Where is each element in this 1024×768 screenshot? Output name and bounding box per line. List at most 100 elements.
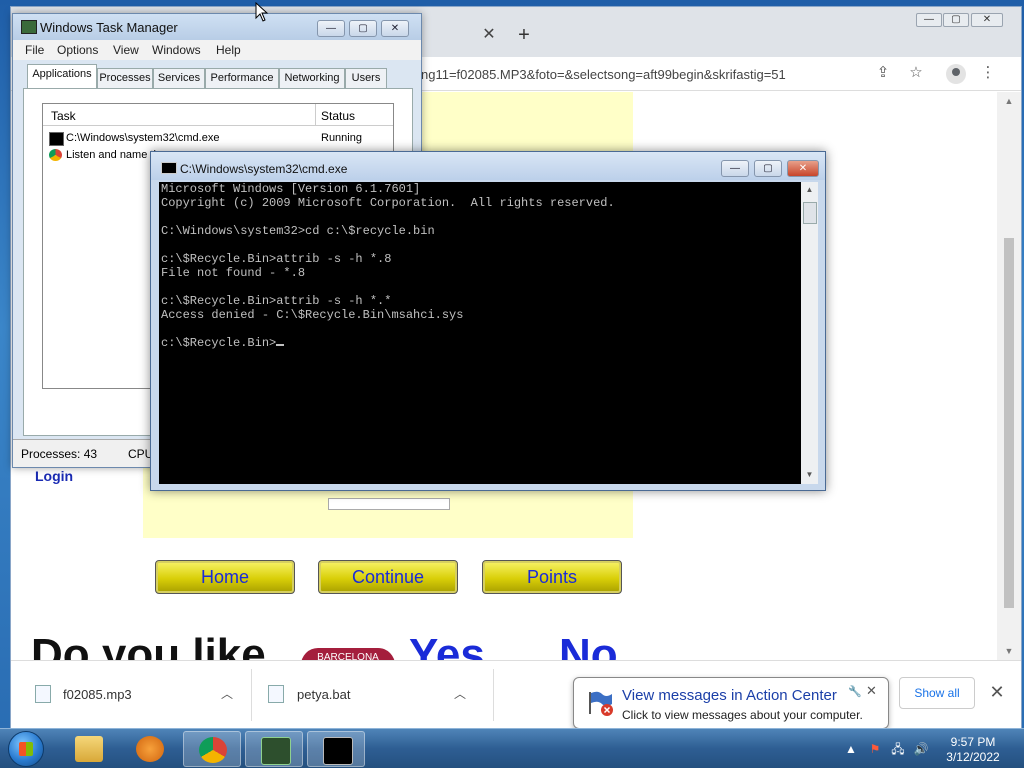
task-status: Running <box>321 132 362 144</box>
console-line <box>159 210 801 224</box>
scroll-down-icon[interactable]: ▼ <box>1003 646 1015 656</box>
tab-strip: Applications Processes Services Performa… <box>23 64 413 90</box>
console-line: Microsoft Windows [Version 6.1.7601] <box>161 182 421 196</box>
console-line <box>159 322 801 336</box>
task-manager-taskbar-button[interactable] <box>245 731 303 767</box>
column-task[interactable]: Task <box>51 109 76 123</box>
window-title: Windows Task Manager <box>40 20 178 35</box>
audio-file-icon <box>35 685 51 703</box>
maximize-button[interactable]: ▢ <box>349 20 377 37</box>
clock-time: 9:57 PM <box>950 735 996 749</box>
tab-performance[interactable]: Performance <box>205 68 279 90</box>
text-cursor <box>276 344 285 346</box>
clock-date: 3/12/2022 <box>946 750 1000 764</box>
page-scrollbar[interactable]: ▲ ▼ <box>997 92 1021 660</box>
action-center-notification[interactable]: View messages in Action Center Click to … <box>573 677 889 729</box>
clock[interactable]: 9:57 PM 3/12/2022 <box>930 735 1016 765</box>
taskbar: ▲ ⚑ 🖧 🔊 9:57 PM 3/12/2022 <box>0 728 1024 768</box>
close-button[interactable]: ✕ <box>787 160 819 177</box>
minimize-button[interactable]: — <box>317 20 345 37</box>
no-link[interactable]: No <box>559 630 618 660</box>
window-title: C:\Windows\system32\cmd.exe <box>180 162 348 176</box>
network-icon[interactable]: 🖧 <box>890 741 906 757</box>
download-filename: f02085.mp3 <box>63 687 132 702</box>
menu-options[interactable]: Options <box>57 43 98 57</box>
tab-users[interactable]: Users <box>345 68 387 90</box>
mouse-cursor-icon <box>255 1 269 22</box>
profile-avatar-icon[interactable] <box>946 64 966 84</box>
console-line: C:\Windows\system32>cd c:\$recycle.bin <box>161 224 435 238</box>
home-button[interactable]: Home <box>155 560 295 594</box>
download-item[interactable]: f02085.mp3 ︿ <box>11 661 251 729</box>
chrome-menu-icon[interactable]: ⋮ <box>978 63 998 83</box>
login-link[interactable]: Login <box>35 468 73 484</box>
chrome-maximize-button[interactable]: ▢ <box>943 13 969 27</box>
close-icon[interactable]: ✕ <box>866 683 877 699</box>
console-output[interactable]: Microsoft Windows [Version 6.1.7601] Cop… <box>159 182 801 484</box>
chrome-icon <box>49 149 62 161</box>
new-tab-button[interactable]: + <box>514 25 534 45</box>
notification-subtitle: Click to view messages about your comput… <box>622 708 863 722</box>
continue-button[interactable]: Continue <box>318 560 458 594</box>
console-prompt[interactable]: c:\$Recycle.Bin> <box>159 336 801 350</box>
scrollbar-thumb[interactable] <box>1004 238 1014 608</box>
bookmark-star-icon[interactable]: ☆ <box>906 63 926 83</box>
scroll-down-icon[interactable]: ▼ <box>804 470 815 479</box>
cmd-taskbar-button[interactable] <box>307 731 365 767</box>
console-line: Access denied - C:\$Recycle.Bin\msahci.s… <box>161 308 464 322</box>
chevron-up-icon[interactable]: ︿ <box>452 685 468 701</box>
tab-applications[interactable]: Applications <box>27 64 97 89</box>
menu-bar: File Options View Windows Help <box>13 40 421 60</box>
scroll-up-icon[interactable]: ▲ <box>1003 96 1015 106</box>
share-icon[interactable]: ⇪ <box>873 63 893 83</box>
task-manager-titlebar[interactable]: Windows Task Manager — ▢ ✕ <box>13 14 421 40</box>
scroll-up-icon[interactable]: ▲ <box>804 185 815 194</box>
minimize-button[interactable]: — <box>721 160 749 177</box>
menu-file[interactable]: File <box>25 43 44 57</box>
close-button[interactable]: ✕ <box>381 20 409 37</box>
download-item[interactable]: petya.bat ︿ <box>253 661 493 729</box>
task-name: C:\Windows\system32\cmd.exe <box>66 132 220 144</box>
show-hidden-icons-icon[interactable]: ▲ <box>843 741 859 757</box>
maximize-button[interactable]: ▢ <box>754 160 782 177</box>
divider <box>251 669 252 721</box>
volume-icon[interactable]: 🔊 <box>913 741 929 757</box>
show-all-button[interactable]: Show all <box>899 677 975 709</box>
column-status[interactable]: Status <box>321 109 355 123</box>
barcelona-logo: BARCELONA <box>301 648 395 660</box>
chrome-taskbar-button[interactable] <box>183 731 241 767</box>
chrome-minimize-button[interactable]: — <box>916 13 942 27</box>
menu-help[interactable]: Help <box>216 43 241 57</box>
menu-view[interactable]: View <box>113 43 139 57</box>
console-line <box>159 280 801 294</box>
action-center-flag-icon <box>589 691 613 716</box>
prompt-text: c:\$Recycle.Bin> <box>161 336 277 350</box>
tab-close-icon[interactable]: ✕ <box>481 27 497 43</box>
chrome-close-button[interactable]: ✕ <box>971 13 1003 27</box>
wrench-icon[interactable]: 🔧 <box>848 685 862 698</box>
yes-link[interactable]: Yes <box>409 630 485 660</box>
chrome-icon <box>199 737 227 763</box>
action-center-tray-icon[interactable]: ⚑ <box>867 741 883 757</box>
table-row[interactable]: C:\Windows\system32\cmd.exe Running <box>43 130 393 147</box>
explorer-icon <box>75 736 103 762</box>
cmd-titlebar[interactable]: C:\Windows\system32\cmd.exe — ▢ ✕ <box>151 152 825 180</box>
tab-processes[interactable]: Processes <box>97 68 153 90</box>
divider <box>493 669 494 721</box>
media-player-icon <box>136 736 164 762</box>
points-button[interactable]: Points <box>482 560 622 594</box>
explorer-taskbar-button[interactable] <box>60 731 118 767</box>
close-downloads-icon[interactable]: ✕ <box>986 681 1008 703</box>
chevron-up-icon[interactable]: ︿ <box>219 685 235 701</box>
start-button[interactable] <box>8 731 44 767</box>
cmd-icon <box>323 737 353 765</box>
scrollbar-thumb[interactable] <box>803 202 817 224</box>
tab-networking[interactable]: Networking <box>279 68 345 90</box>
menu-windows[interactable]: Windows <box>152 43 201 57</box>
question-text: Do you like <box>31 630 266 660</box>
task-list-header: Task Status <box>43 104 393 126</box>
console-line <box>159 238 801 252</box>
tab-services[interactable]: Services <box>153 68 205 90</box>
media-player-taskbar-button[interactable] <box>121 731 179 767</box>
console-scrollbar[interactable]: ▲ ▼ <box>801 182 818 484</box>
